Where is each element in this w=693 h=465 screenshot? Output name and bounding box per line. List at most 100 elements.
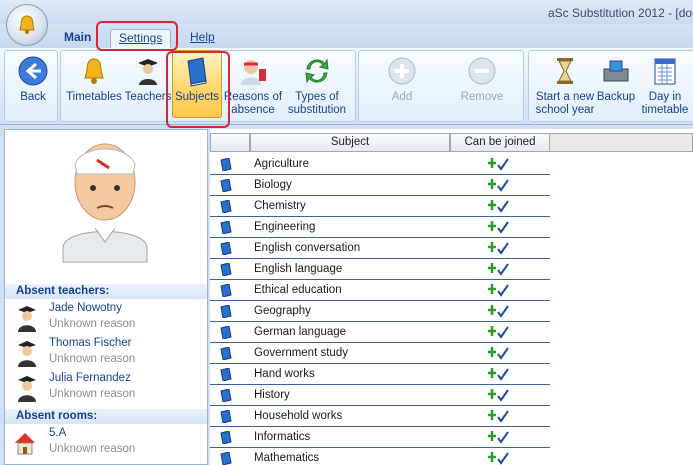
table-row[interactable]: Mathematics xyxy=(210,448,550,465)
table-row[interactable]: Engineering xyxy=(210,217,550,238)
plus-check-icon[interactable] xyxy=(488,178,510,192)
absence-reason: Unknown reason xyxy=(49,443,136,455)
subject-name: Informatics xyxy=(254,431,311,443)
day-in-timetable-button[interactable]: Day in timetable xyxy=(640,55,690,117)
subject-name: Household works xyxy=(254,410,343,422)
absence-reason: Unknown reason xyxy=(49,353,136,365)
teacher-icon xyxy=(18,306,36,332)
teacher-icon xyxy=(18,376,36,402)
absent-room-item[interactable]: 5.A Unknown reason xyxy=(5,427,207,462)
table-row[interactable]: German language xyxy=(210,322,550,343)
table-row[interactable]: Government study xyxy=(210,343,550,364)
teachers-button[interactable]: Teachers xyxy=(124,55,172,104)
table-row[interactable]: Informatics xyxy=(210,427,550,448)
plus-check-icon[interactable] xyxy=(488,283,510,297)
row-separator xyxy=(250,259,251,280)
plus-check-icon[interactable] xyxy=(488,325,510,339)
absent-teachers-heading: Absent teachers: xyxy=(5,284,207,299)
plus-check-icon[interactable] xyxy=(488,199,510,213)
grid-header-corner xyxy=(210,133,250,152)
table-row[interactable]: Hand works xyxy=(210,364,550,385)
backup-button[interactable]: Backup xyxy=(596,55,636,104)
row-separator xyxy=(250,343,251,364)
subject-name: German language xyxy=(254,326,347,338)
table-row[interactable]: Chemistry xyxy=(210,196,550,217)
table-row[interactable]: Biology xyxy=(210,175,550,196)
new-school-year-button[interactable]: Start a new school year xyxy=(532,55,598,117)
teacher-name: Jade Nowotny xyxy=(49,302,122,314)
absent-teacher-item[interactable]: Thomas Fischer Unknown reason xyxy=(5,337,207,372)
row-separator xyxy=(250,448,251,465)
window-title: aSc Substitution 2012 - [doc xyxy=(548,6,693,20)
absent-teacher-item[interactable]: Julia Fernandez Unknown reason xyxy=(5,372,207,407)
column-header-subject[interactable]: Subject xyxy=(250,133,450,152)
day-in-tt-label-1: Day in xyxy=(648,91,682,103)
book-icon xyxy=(220,452,232,465)
book-icon xyxy=(220,305,232,318)
subject-name: Chemistry xyxy=(254,200,306,212)
day-in-tt-label-2: timetable xyxy=(641,104,689,116)
book-icon xyxy=(220,179,232,192)
absence-reason: Unknown reason xyxy=(49,318,136,330)
absent-teacher-item[interactable]: Jade Nowotny Unknown reason xyxy=(5,302,207,337)
add-button[interactable]: Add xyxy=(382,55,422,104)
plus-check-icon[interactable] xyxy=(488,409,510,423)
bell-icon xyxy=(84,58,104,84)
teacher-name: Julia Fernandez xyxy=(49,372,131,384)
plus-check-icon[interactable] xyxy=(488,367,510,381)
plus-check-icon[interactable] xyxy=(488,346,510,360)
types-of-substitution-button[interactable]: Types of substitution xyxy=(284,55,350,117)
reasons-label-1: Reasons of xyxy=(223,91,283,103)
tab-main[interactable]: Main xyxy=(56,29,99,48)
subject-name: Agriculture xyxy=(254,158,309,170)
row-separator xyxy=(250,217,251,238)
column-header-can-be-joined[interactable]: Can be joined xyxy=(450,133,550,152)
avatar xyxy=(5,130,207,282)
plus-check-icon[interactable] xyxy=(488,451,510,465)
book-icon xyxy=(220,326,232,339)
plus-check-icon[interactable] xyxy=(488,241,510,255)
plus-check-icon[interactable] xyxy=(488,220,510,234)
absent-rooms-heading: Absent rooms: xyxy=(5,409,207,424)
app-menu-button[interactable] xyxy=(6,4,48,46)
subject-name: Government study xyxy=(254,347,348,359)
back-label: Back xyxy=(20,91,46,103)
types-label-2: substitution xyxy=(287,104,347,116)
book-icon xyxy=(220,284,232,297)
teacher-icon xyxy=(138,59,158,85)
row-separator xyxy=(250,196,251,217)
table-row[interactable]: History xyxy=(210,385,550,406)
reasons-of-absence-button[interactable]: Reasons of absence xyxy=(222,55,284,117)
table-row[interactable]: Geography xyxy=(210,301,550,322)
row-separator xyxy=(250,385,251,406)
back-button[interactable]: Back xyxy=(14,55,52,104)
table-row[interactable]: English conversation xyxy=(210,238,550,259)
plus-check-icon[interactable] xyxy=(488,262,510,276)
table-row[interactable]: English language xyxy=(210,259,550,280)
remove-button[interactable]: Remove xyxy=(456,55,508,104)
house-icon xyxy=(15,433,35,455)
subject-name: Ethical education xyxy=(254,284,342,296)
plus-check-icon[interactable] xyxy=(488,304,510,318)
row-separator xyxy=(250,154,251,175)
book-icon xyxy=(220,263,232,276)
book-icon xyxy=(220,368,232,381)
room-name: 5.A xyxy=(49,427,67,439)
table-row[interactable]: Household works xyxy=(210,406,550,427)
plus-check-icon[interactable] xyxy=(488,388,510,402)
timetables-button[interactable]: Timetables xyxy=(64,55,124,104)
subject-name: English language xyxy=(254,263,343,275)
plus-check-icon[interactable] xyxy=(488,430,510,444)
book-icon xyxy=(220,242,232,255)
remove-label: Remove xyxy=(460,91,504,103)
sick-person-icon xyxy=(62,143,148,263)
backup-label: Backup xyxy=(596,91,636,103)
row-separator xyxy=(250,175,251,196)
plus-check-icon[interactable] xyxy=(488,157,510,171)
row-separator xyxy=(250,301,251,322)
add-label: Add xyxy=(391,91,413,103)
table-row[interactable]: Ethical education xyxy=(210,280,550,301)
book-icon xyxy=(220,410,232,423)
table-row[interactable]: Agriculture xyxy=(210,154,550,175)
tab-help[interactable]: Help xyxy=(182,29,223,48)
